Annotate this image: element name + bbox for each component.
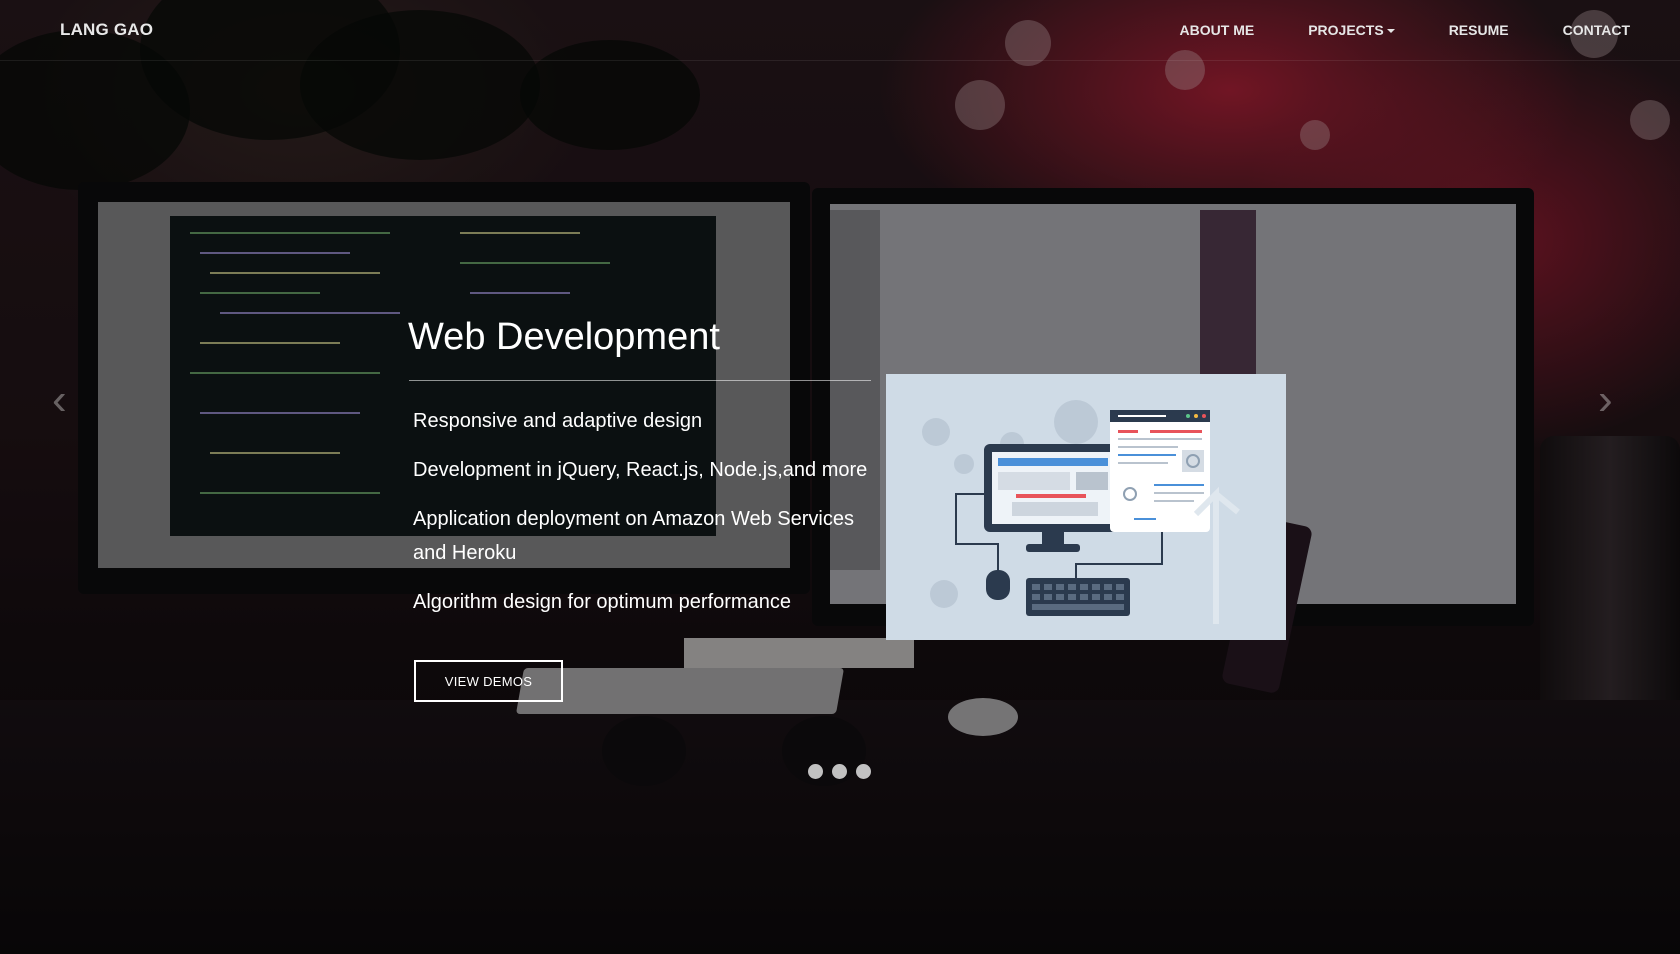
browser-dot [1202,414,1206,418]
screen-block [998,472,1070,490]
browser-line [1118,446,1178,448]
feature-item: Application deployment on Amazon Web Ser… [413,508,854,564]
monitor-base [1026,544,1080,552]
carousel-indicator[interactable] [832,764,847,779]
browser-line [1118,430,1138,433]
keyboard-cable [1075,532,1163,578]
nav-about-me-label: ABOUT ME [1179,22,1255,38]
nav-about-me[interactable]: ABOUT ME [1180,22,1255,38]
feature-list: Responsive and adaptive design Developme… [413,404,883,634]
monitor-stand [1042,532,1064,544]
nav-contact[interactable]: CONTACT [1563,22,1630,38]
chevron-right-icon: › [1598,375,1613,424]
mouse-icon [986,570,1010,600]
browser-line [1118,438,1202,440]
screen-block [1012,502,1098,516]
nav-contact-label: CONTACT [1562,22,1630,38]
navbar: LANG GAO ABOUT ME PROJECTS RESUME CONTAC… [0,0,1680,61]
illustration-svg [922,400,1240,624]
view-demos-button[interactable]: VIEW DEMOS [414,660,563,702]
feature-item: Development in jQuery, React.js, Node.js… [413,459,868,481]
carousel-indicator[interactable] [856,764,871,779]
carousel-indicators [808,764,871,779]
browser-line [1118,462,1168,464]
carousel-next-button[interactable]: › [1598,375,1628,424]
feature-item: Responsive and adaptive design [413,410,703,432]
browser-line [1154,500,1194,502]
nav-projects-dropdown[interactable]: PROJECTS [1308,22,1395,38]
keyboard-icon [1026,578,1130,616]
chevron-left-icon: ‹ [52,375,67,424]
title-divider [409,380,871,381]
brand-logo[interactable]: LANG GAO [60,20,153,40]
web-development-illustration [886,374,1286,640]
screen-header-bar [998,458,1108,466]
nav-resume[interactable]: RESUME [1449,22,1509,38]
browser-line [1150,430,1202,433]
nav-projects-label: PROJECTS [1308,22,1384,38]
carousel-indicator[interactable] [808,764,823,779]
browser-image-icon [1182,450,1204,472]
nav-links: ABOUT ME PROJECTS RESUME CONTACT [1180,22,1630,38]
nav-resume-label: RESUME [1448,22,1509,38]
screen-accent-line [1016,494,1086,498]
caret-down-icon [1386,29,1395,34]
browser-url-bar [1118,415,1166,417]
browser-line [1154,484,1204,486]
browser-dot [1186,414,1190,418]
carousel-prev-button[interactable]: ‹ [52,375,82,424]
feature-item: Algorithm design for optimum performance [413,591,791,613]
browser-line [1118,454,1176,456]
browser-line [1154,492,1204,494]
browser-dot [1194,414,1198,418]
browser-line [1134,518,1156,520]
screen-block [1076,472,1108,490]
slide-title: Web Development [408,316,720,358]
